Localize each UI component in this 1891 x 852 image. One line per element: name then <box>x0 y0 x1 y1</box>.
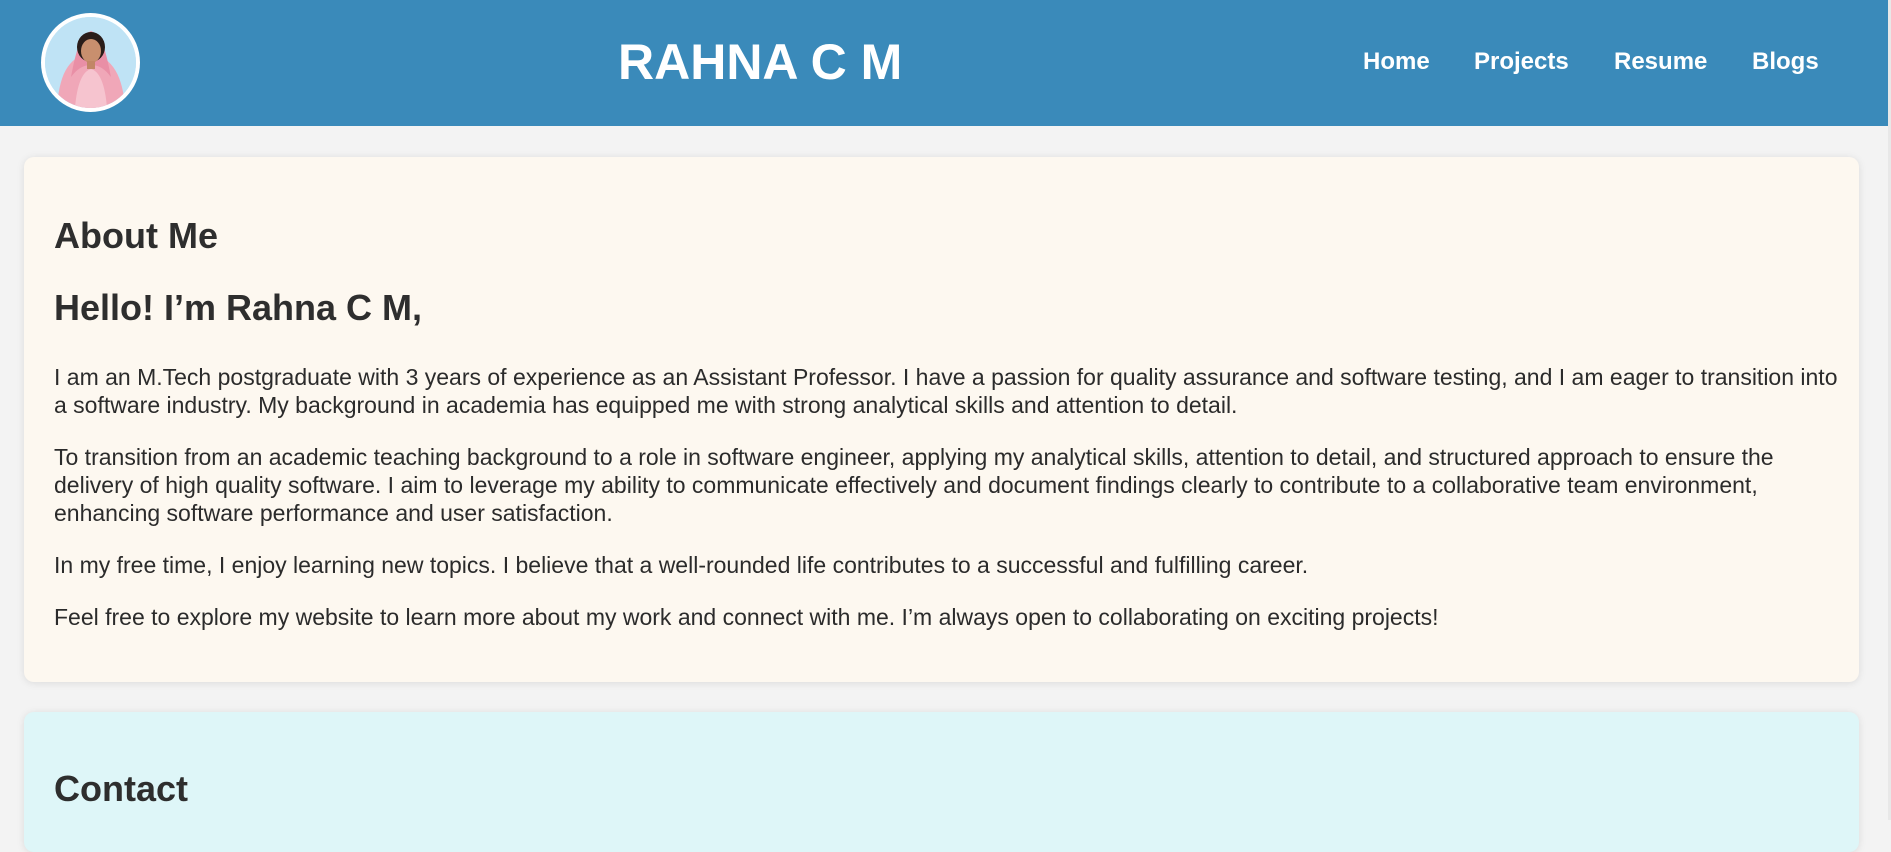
site-title: RAHNA C M <box>618 34 903 90</box>
about-paragraph-1: I am an M.Tech postgraduate with 3 years… <box>54 364 1838 418</box>
nav-home-link[interactable]: Home <box>1363 47 1430 77</box>
nav-blogs-link[interactable]: Blogs <box>1752 47 1819 77</box>
site-header: RAHNA C M Home Projects Resume Blogs <box>0 0 1888 126</box>
profile-photo-illustration <box>45 17 136 108</box>
contact-heading: Contact <box>54 768 188 809</box>
nav-projects-link[interactable]: Projects <box>1474 47 1569 77</box>
nav-resume-link[interactable]: Resume <box>1614 47 1707 77</box>
avatar <box>41 13 140 112</box>
about-paragraph-4: Feel free to explore my website to learn… <box>54 604 1439 630</box>
about-heading: About Me <box>54 215 218 256</box>
about-paragraph-2: To transition from an academic teaching … <box>54 444 1774 526</box>
about-section: About Me Hello! I’m Rahna C M, I am an M… <box>24 157 1859 682</box>
greeting-heading: Hello! I’m Rahna C M, <box>54 287 423 328</box>
contact-section: Contact <box>24 712 1859 852</box>
about-paragraph-3: In my free time, I enjoy learning new to… <box>54 552 1309 578</box>
profile-photo <box>45 17 136 108</box>
